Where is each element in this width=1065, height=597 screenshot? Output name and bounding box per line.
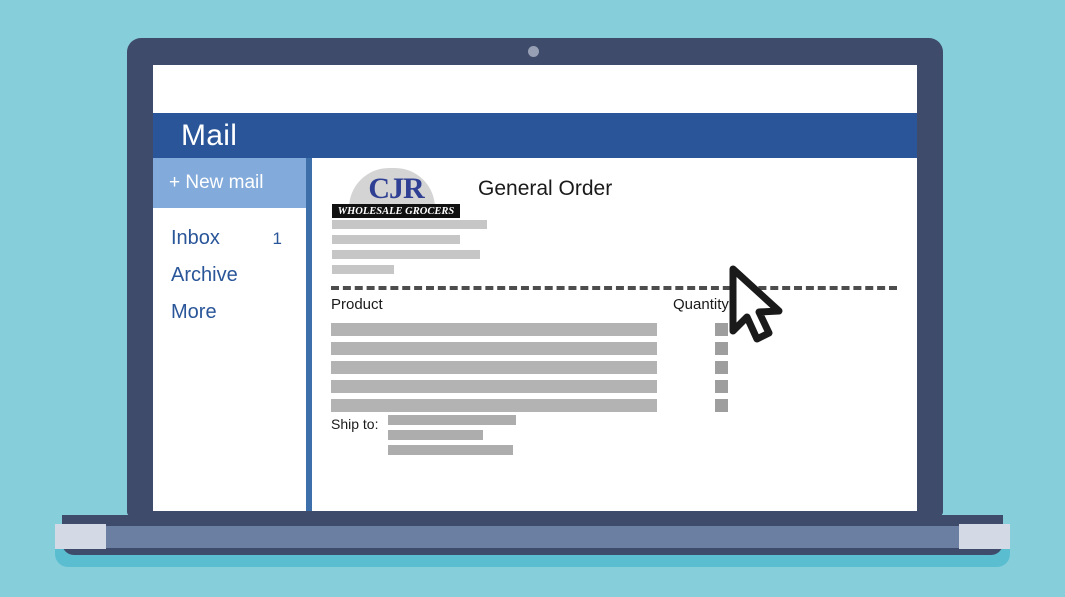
- table-row: [331, 399, 897, 412]
- new-mail-button[interactable]: + New mail: [153, 158, 306, 208]
- laptop-base-deck: [55, 526, 1010, 548]
- app-title: Mail: [181, 118, 238, 152]
- new-mail-label: + New mail: [169, 172, 264, 193]
- sidebar-item-more[interactable]: More: [153, 294, 306, 331]
- table-row: [331, 380, 897, 393]
- mail-sidebar: + New mail Inbox 1 Archive More: [153, 158, 306, 511]
- redacted-product-name: [331, 361, 657, 374]
- redacted-product-name: [331, 380, 657, 393]
- sidebar-item-archive[interactable]: Archive: [153, 257, 306, 294]
- redacted-quantity-value: [715, 361, 728, 374]
- redacted-quantity-value: [715, 342, 728, 355]
- redacted-line: [388, 430, 484, 440]
- sidebar-item-label: Inbox: [171, 227, 220, 249]
- redacted-meta-block: [332, 220, 732, 280]
- table-row: [331, 323, 897, 336]
- redacted-line: [388, 445, 514, 455]
- redacted-line: [332, 235, 460, 244]
- cjr-logo-icon: CJR WHOLESALE GROCERS: [332, 168, 460, 218]
- sidebar-item-label: Archive: [171, 264, 238, 286]
- redacted-product-name: [331, 399, 657, 412]
- laptop-base-cap-right: [959, 524, 1010, 549]
- column-header-product: Product: [331, 296, 383, 313]
- document-title: General Order: [478, 177, 613, 200]
- laptop-device: Mail + New mail Inbox 1 Archive More CJR…: [0, 0, 1065, 597]
- redacted-product-name: [331, 342, 657, 355]
- redacted-product-name: [331, 323, 657, 336]
- redacted-line: [388, 415, 517, 425]
- sidebar-item-label: More: [171, 301, 217, 323]
- redacted-quantity-value: [715, 380, 728, 393]
- table-row: [331, 361, 897, 374]
- laptop-screen: Mail + New mail Inbox 1 Archive More CJR…: [153, 65, 917, 511]
- column-header-quantity: Quantity: [673, 296, 729, 313]
- document-header: CJR WHOLESALE GROCERS General Order: [332, 168, 613, 218]
- email-reading-pane: CJR WHOLESALE GROCERS General Order Prod…: [312, 158, 917, 511]
- logo-wordmark: CJR: [368, 172, 424, 205]
- logo-tagline-bar: WHOLESALE GROCERS: [332, 204, 460, 218]
- mail-app-header: Mail: [153, 113, 917, 158]
- logo-tagline: WHOLESALE GROCERS: [337, 205, 455, 217]
- ship-to-address: [388, 415, 588, 460]
- table-separator-dashed: [331, 286, 897, 290]
- sidebar-item-inbox[interactable]: Inbox 1: [153, 220, 306, 257]
- redacted-line: [332, 250, 480, 259]
- table-row: [331, 342, 897, 355]
- redacted-line: [332, 265, 394, 274]
- redacted-quantity-value: [715, 323, 728, 336]
- ship-to-block: Ship to:: [331, 415, 588, 460]
- ship-to-label: Ship to:: [331, 416, 379, 432]
- redacted-line: [332, 220, 487, 229]
- folder-list: Inbox 1 Archive More: [153, 208, 306, 331]
- order-line-items: [331, 323, 897, 418]
- redacted-quantity-value: [715, 399, 728, 412]
- webcam-icon: [528, 46, 539, 57]
- laptop-base-cap-left: [55, 524, 106, 549]
- inbox-unread-count: 1: [272, 228, 282, 248]
